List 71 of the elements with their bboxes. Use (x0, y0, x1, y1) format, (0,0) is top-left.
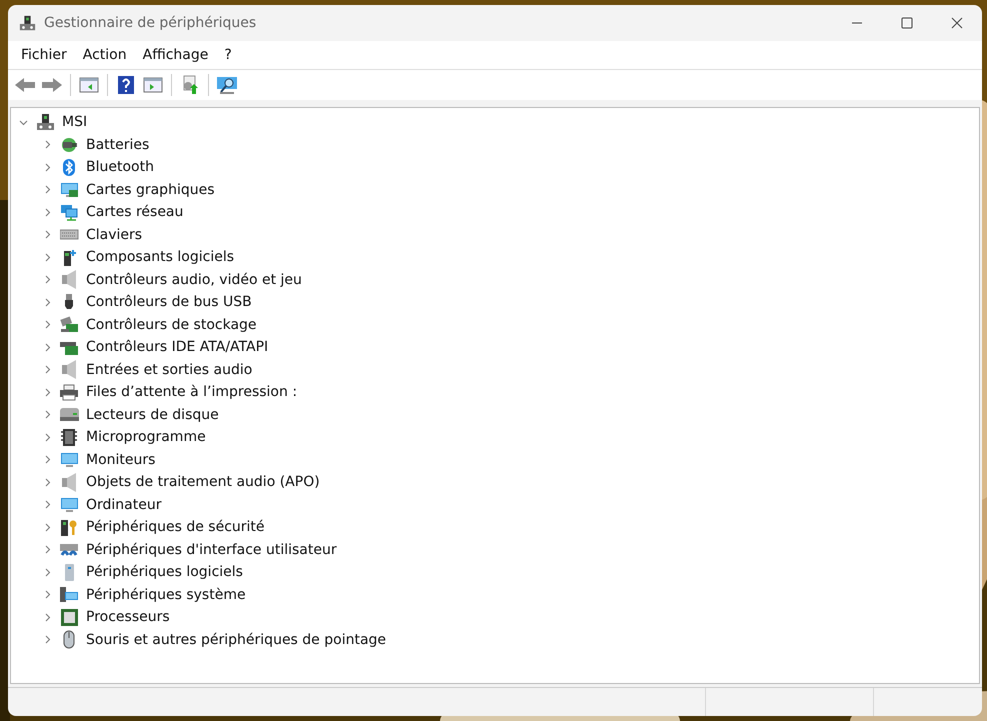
expand-chevron-icon[interactable] (43, 612, 52, 622)
printer-icon (60, 382, 79, 402)
menu-item[interactable]: Action (74, 43, 135, 67)
battery-plug-icon (60, 135, 79, 154)
tree-item[interactable]: Cartes réseau (86, 204, 184, 220)
tree-item[interactable]: Contrôleurs IDE ATA/ATAPI (86, 339, 268, 356)
expand-chevron-icon[interactable] (43, 455, 52, 464)
expand-chevron-icon[interactable] (43, 298, 52, 307)
tree-item[interactable]: Processeurs (86, 609, 170, 626)
expand-chevron-icon[interactable] (43, 208, 52, 217)
expand-chevron-icon[interactable] (43, 410, 52, 420)
expand-chevron-icon[interactable] (43, 140, 52, 150)
expand-chevron-icon[interactable] (43, 185, 52, 194)
tree-item[interactable]: Contrôleurs de stockage (86, 316, 257, 333)
menu-item[interactable]: Fichier (13, 43, 75, 67)
tree-item[interactable]: Périphériques système (86, 586, 246, 603)
monitor-icon (60, 450, 79, 470)
maximize-icon (901, 17, 913, 29)
tree-item[interactable]: Files d’attente à l’impression : (86, 384, 298, 400)
storage-controller-icon (60, 315, 79, 334)
device-manager-icon (19, 14, 36, 32)
tree-item[interactable]: Lecteurs de disque (86, 406, 219, 423)
tree-item[interactable]: Microprogramme (86, 429, 206, 446)
tree-item[interactable]: Bluetooth (86, 159, 154, 176)
chip-icon (60, 428, 79, 447)
computer-node-icon (36, 112, 55, 132)
processor-icon (60, 608, 79, 627)
tree-item[interactable]: MSI (62, 114, 88, 130)
tree-item[interactable]: Contrôleurs de bus USB (86, 294, 252, 310)
expand-chevron-icon[interactable] (43, 162, 52, 172)
network-monitors-icon (60, 202, 79, 222)
expand-chevron-icon[interactable] (43, 478, 52, 487)
tree-item[interactable]: Composants logiciels (86, 249, 234, 266)
expand-chevron-icon[interactable] (43, 342, 52, 352)
expand-chevron-icon[interactable] (43, 568, 52, 577)
speaker-icon (60, 472, 79, 492)
expand-chevron-icon[interactable] (43, 590, 52, 600)
system-devices-icon (60, 585, 79, 604)
expand-chevron-icon[interactable] (43, 275, 52, 284)
expand-chevron-icon[interactable] (43, 545, 52, 554)
speaker-icon (60, 270, 79, 290)
menu-item[interactable]: Affichage (134, 43, 216, 67)
tree-item[interactable]: Ordinateur (86, 496, 162, 513)
close-icon (951, 17, 963, 29)
expand-chevron-icon[interactable] (43, 252, 52, 262)
tree-item[interactable]: Périphériques logiciels (86, 564, 243, 580)
monitor-icon (60, 495, 79, 514)
expand-chevron-icon[interactable] (43, 320, 52, 330)
tree-item[interactable]: Moniteurs (86, 452, 156, 468)
tree-item[interactable]: Périphériques de sécurité (86, 519, 265, 536)
speaker-icon (60, 360, 79, 380)
tree-item[interactable]: Contrôleurs audio, vidéo et jeu (86, 272, 302, 288)
expand-chevron-icon[interactable] (43, 522, 52, 532)
expand-chevron-icon[interactable] (43, 230, 52, 240)
collapse-chevron-icon[interactable] (19, 118, 28, 127)
window-title: Gestionnaire de périphériques (44, 15, 256, 31)
tree-item[interactable]: Entrées et sorties audio (86, 362, 252, 378)
tree-item[interactable]: Périphériques d'interface utilisateur (86, 542, 337, 558)
tree-item[interactable]: Claviers (86, 226, 142, 243)
menu-item[interactable]: ? (216, 43, 240, 67)
security-key-icon (60, 518, 79, 537)
tree-item[interactable]: Cartes graphiques (86, 182, 214, 198)
expand-chevron-icon[interactable] (43, 388, 52, 397)
tree-item[interactable]: Souris et autres périphériques de pointage (86, 632, 386, 648)
expand-chevron-icon[interactable] (43, 500, 52, 510)
expand-chevron-icon[interactable] (43, 365, 52, 374)
expand-chevron-icon[interactable] (43, 432, 52, 442)
display-card-icon (60, 180, 79, 200)
expand-chevron-icon[interactable] (43, 635, 52, 644)
tree-item[interactable]: Batteries (86, 136, 150, 153)
tree-item[interactable]: Objets de traitement audio (APO) (86, 474, 320, 490)
